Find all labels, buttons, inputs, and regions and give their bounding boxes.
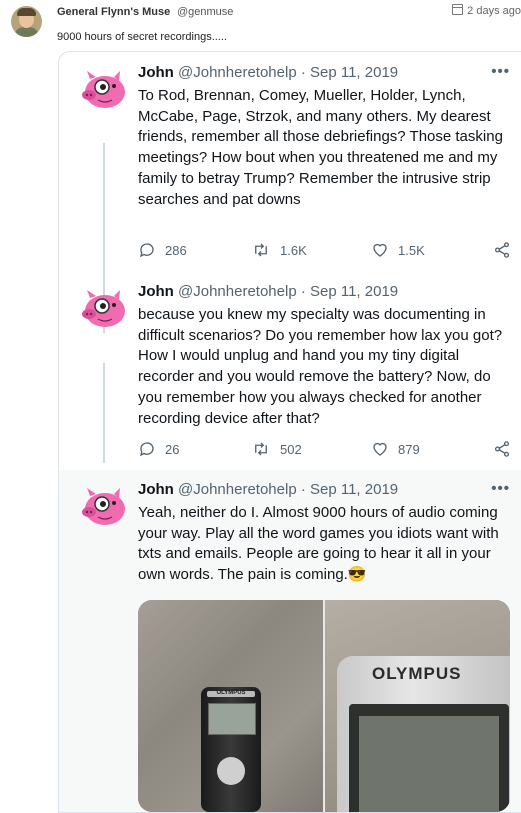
closeup-brand: OLYMPUS xyxy=(372,664,462,683)
tweet-author-name[interactable]: John xyxy=(138,64,174,81)
reply-count: 26 xyxy=(165,441,180,457)
reply-button[interactable]: 286 xyxy=(138,241,187,259)
author-avatar[interactable] xyxy=(11,6,42,37)
tweet-header: John @Johnheretohelp · Sep 11, 2019 xyxy=(138,283,398,300)
author-handle[interactable]: @genmuse xyxy=(177,6,233,18)
pig-avatar-icon[interactable] xyxy=(78,69,128,111)
tweet-author-handle[interactable]: @Johnheretohelp xyxy=(178,481,297,498)
tweet-actions: 26 502 879 xyxy=(138,440,511,460)
tweet-text: because you knew my specialty was docume… xyxy=(138,306,503,427)
sunglasses-emoji: 😎 xyxy=(347,566,367,584)
tweet-date[interactable]: · Sep 11, 2019 xyxy=(301,283,398,300)
tweet-author-name[interactable]: John xyxy=(138,283,174,300)
tweet-header: John @Johnheretohelp · Sep 11, 2019 xyxy=(138,64,398,81)
heart-icon xyxy=(373,442,387,456)
share-icon[interactable] xyxy=(493,440,511,458)
tweet-text: To Rod, Brennan, Comey, Mueller, Holder,… xyxy=(138,87,503,208)
pig-avatar-icon[interactable] xyxy=(78,288,128,330)
more-icon[interactable]: ••• xyxy=(491,63,510,80)
tweet-text-container: Yeah, neither do I. Almost 9000 hours of… xyxy=(138,503,512,586)
share-icon[interactable] xyxy=(493,241,511,259)
tweet-date[interactable]: · Sep 11, 2019 xyxy=(301,481,398,498)
calendar-icon xyxy=(452,4,464,15)
tweet-text: Yeah, neither do I. Almost 9000 hours of… xyxy=(138,504,499,584)
tweet-media[interactable]: OLYMPUS OLYMPUS xyxy=(138,600,510,812)
voice-recorder: OLYMPUS xyxy=(201,687,261,812)
reply-count: 286 xyxy=(165,242,187,258)
retweet-count: 502 xyxy=(280,441,302,457)
reply-icon xyxy=(139,442,154,457)
retweet-button[interactable]: 1.6K xyxy=(251,241,307,259)
author-name[interactable]: General Flynn's Muse xyxy=(57,6,170,18)
tweet-author-handle[interactable]: @Johnheretohelp xyxy=(178,283,297,300)
post-text: 9000 hours of secret recordings..... xyxy=(57,31,227,43)
recorder-brand: OLYMPUS xyxy=(216,690,246,696)
reply-button[interactable]: 26 xyxy=(138,440,179,458)
recorder-closeup: OLYMPUS xyxy=(337,656,510,812)
tweet-author-handle[interactable]: @Johnheretohelp xyxy=(178,64,297,81)
like-button[interactable]: 879 xyxy=(371,440,420,458)
pig-avatar-icon[interactable] xyxy=(78,486,128,528)
tweet-header: John @Johnheretohelp · Sep 11, 2019 xyxy=(138,481,398,498)
heart-icon xyxy=(373,243,387,257)
retweet-count: 1.6K xyxy=(280,242,307,258)
photo-recorder-closeup[interactable]: OLYMPUS xyxy=(325,600,510,812)
tweet-1[interactable]: John @Johnheretohelp · Sep 11, 2019 ••• … xyxy=(59,52,521,272)
embedded-thread[interactable]: John @Johnheretohelp · Sep 11, 2019 ••• … xyxy=(58,51,521,813)
retweet-button[interactable]: 502 xyxy=(251,440,302,458)
more-icon[interactable]: ••• xyxy=(491,480,510,497)
like-count: 879 xyxy=(398,441,420,457)
post-header: General Flynn's Muse @genmuse 2 days ago… xyxy=(0,0,521,50)
tweet-date[interactable]: · Sep 11, 2019 xyxy=(301,64,398,81)
tweet-author-name[interactable]: John xyxy=(138,481,174,498)
tweet-2[interactable]: John @Johnheretohelp · Sep 11, 2019 beca… xyxy=(59,272,521,470)
like-button[interactable]: 1.5K xyxy=(371,241,425,259)
reply-icon xyxy=(139,243,154,258)
post-date: 2 days ago xyxy=(452,4,521,17)
retweet-icon xyxy=(255,442,267,456)
photo-recorder[interactable]: OLYMPUS xyxy=(138,600,323,812)
like-count: 1.5K xyxy=(398,242,425,258)
tweet-actions: 286 1.6K 1.5K xyxy=(138,241,511,261)
retweet-icon xyxy=(255,243,267,257)
